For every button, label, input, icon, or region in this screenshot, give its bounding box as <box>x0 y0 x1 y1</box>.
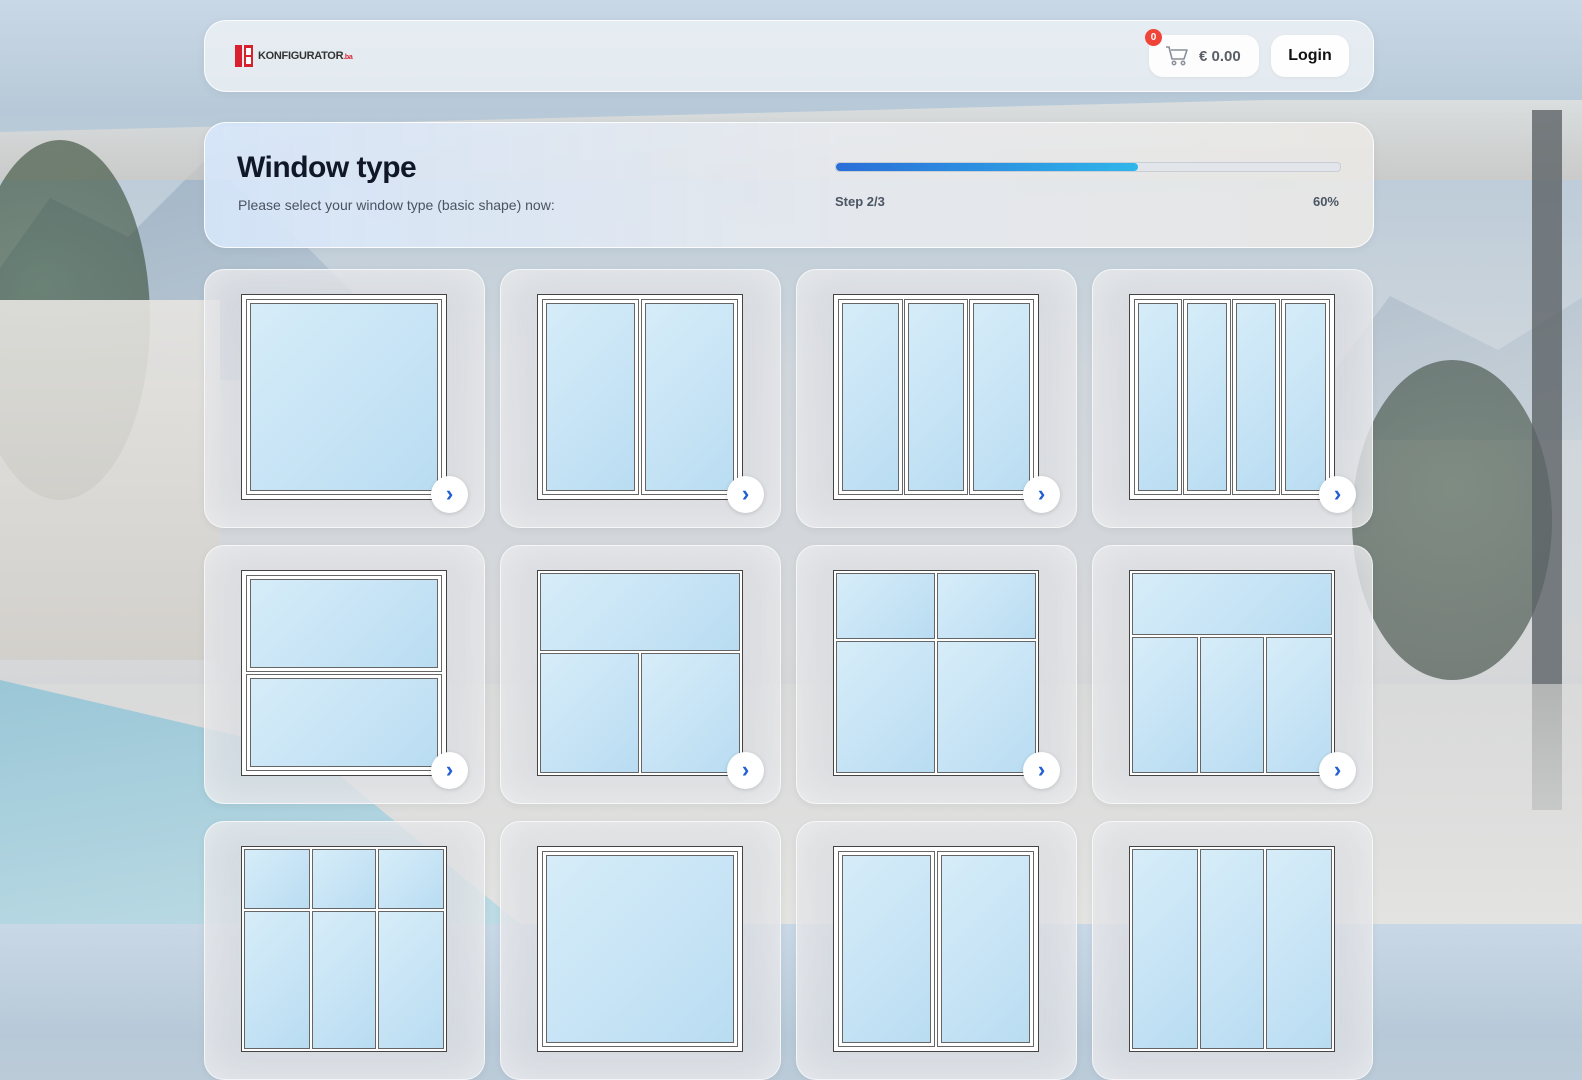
progress-percent: 60% <box>1312 194 1339 209</box>
logo-name: KONFIGURATOR <box>258 50 344 62</box>
window-shape-triple-vertical <box>833 294 1039 500</box>
window-type-tile-double-horizontal[interactable]: › <box>204 545 485 804</box>
window-type-tile-double-vertical[interactable]: › <box>500 269 781 528</box>
window-shape-top-light-two-bottom <box>537 570 743 776</box>
progress-bar <box>835 162 1341 172</box>
window-shape-single <box>241 294 447 500</box>
chevron-right-icon[interactable]: › <box>727 476 764 513</box>
window-shape-double-horizontal <box>241 570 447 776</box>
window-type-tile-top-light-two-bottom[interactable]: › <box>500 545 781 804</box>
progress-bar-fill <box>836 163 1139 171</box>
window-type-tile-single-partial[interactable] <box>500 821 781 1080</box>
window-shape-grid-3x2 <box>241 846 447 1052</box>
chevron-right-icon[interactable]: › <box>1023 752 1060 789</box>
cart-total: € 0.00 <box>1199 47 1241 65</box>
cart-button[interactable]: 0 € 0.00 <box>1145 29 1259 77</box>
window-shape-quad-vertical <box>1129 294 1335 500</box>
login-button[interactable]: Login <box>1271 35 1349 77</box>
page-subtitle: Please select your window type (basic sh… <box>238 197 555 213</box>
window-type-tile-quad-vertical[interactable]: › <box>1092 269 1373 528</box>
window-shape-double-vertical <box>537 294 743 500</box>
window-shape-top-light-three-bottom <box>1129 570 1335 776</box>
window-shape-two-top-two-bottom <box>833 570 1039 776</box>
chevron-right-icon[interactable]: › <box>431 752 468 789</box>
chevron-right-icon[interactable]: › <box>1319 476 1356 513</box>
chevron-right-icon[interactable]: › <box>1023 476 1060 513</box>
chevron-right-icon[interactable]: › <box>727 752 764 789</box>
step-card: Window type Please select your window ty… <box>204 122 1374 248</box>
window-shape-three-partial <box>1129 846 1335 1052</box>
chevron-right-icon[interactable]: › <box>1319 752 1356 789</box>
step-label: Step 2/3 <box>835 194 885 209</box>
logo-tld: .ba <box>343 54 353 61</box>
logo-mark-icon <box>235 45 253 67</box>
logo[interactable]: KONFIGURATOR.ba <box>235 45 353 67</box>
window-type-tile-three-partial[interactable] <box>1092 821 1373 1080</box>
cart-count-badge: 0 <box>1145 29 1162 46</box>
window-type-tile-two-partial[interactable] <box>796 821 1077 1080</box>
window-shape-two-partial <box>833 846 1039 1052</box>
top-header: KONFIGURATOR.ba 0 € 0.00 Login <box>204 20 1374 92</box>
window-type-tile-top-light-three-bottom[interactable]: › <box>1092 545 1373 804</box>
window-type-tile-triple-vertical[interactable]: › <box>796 269 1077 528</box>
window-type-tile-two-top-two-bottom[interactable]: › <box>796 545 1077 804</box>
window-shape-single-partial <box>537 846 743 1052</box>
cart-icon <box>1166 46 1188 66</box>
window-type-tile-grid-3x2[interactable] <box>204 821 485 1080</box>
window-type-tile-single[interactable]: › <box>204 269 485 528</box>
chevron-right-icon[interactable]: › <box>431 476 468 513</box>
page-title: Window type <box>237 151 417 184</box>
